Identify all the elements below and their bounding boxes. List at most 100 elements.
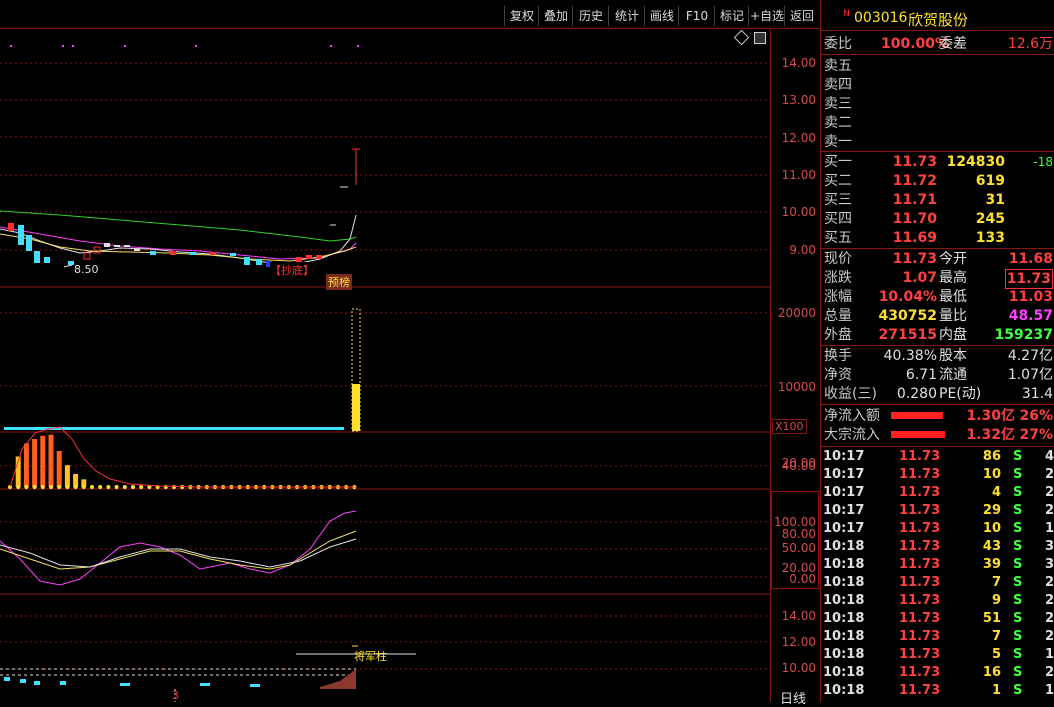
- price-tick: 10.00: [781, 205, 816, 219]
- bid-row[interactable]: 买四 11.70 245: [821, 210, 1054, 228]
- bid-label: 买二: [824, 173, 852, 189]
- bid-row[interactable]: 买三 11.71 31: [821, 191, 1054, 209]
- history-button[interactable]: 历史: [572, 6, 609, 26]
- trade-time: 10:18: [823, 557, 865, 572]
- fuquan-button[interactable]: 复权: [504, 6, 539, 26]
- flow-amount: 1.30亿: [966, 408, 1015, 424]
- trade-price: 11.73: [899, 647, 941, 662]
- bid-volume: 245: [975, 211, 1005, 227]
- bid-price: 11.72: [892, 173, 937, 189]
- trade-row[interactable]: 10:18 11.73 5 S 1: [821, 646, 1054, 664]
- quote-value: 1.07: [902, 270, 937, 286]
- indicator-dot: [24, 485, 29, 489]
- indicator-dot: [98, 485, 103, 489]
- finance-value: 0.280: [896, 386, 937, 402]
- trade-row[interactable]: 10:17 11.73 10 S 1: [821, 520, 1054, 538]
- period-tab[interactable]: 日线: [780, 688, 806, 707]
- trade-row[interactable]: 10:18 11.73 39 S 3: [821, 556, 1054, 574]
- order-ratio-label: 委比: [824, 36, 852, 52]
- ask-label: 卖一: [824, 134, 852, 150]
- bid-volume: 133: [975, 230, 1005, 246]
- overlay-button[interactable]: 叠加: [538, 6, 573, 26]
- add-watchlist-button[interactable]: +自选: [748, 6, 785, 26]
- trade-price: 11.73: [899, 449, 941, 464]
- bid-price: 11.71: [892, 192, 937, 208]
- trade-price: 11.73: [899, 485, 941, 500]
- trade-row[interactable]: 10:18 11.73 51 S 2: [821, 610, 1054, 628]
- trade-count: 3: [1045, 539, 1054, 554]
- flow-row: 净流入额 1.30亿 26%: [821, 407, 1054, 425]
- back-button[interactable]: 返回: [784, 6, 819, 26]
- trade-volume: 86: [982, 449, 1001, 464]
- indicator-dot: [122, 485, 127, 489]
- trade-row[interactable]: 10:18 11.73 43 S 3: [821, 538, 1054, 556]
- trade-price: 11.73: [899, 629, 941, 644]
- trade-time: 10:17: [823, 467, 865, 482]
- quote-label: 今开: [939, 251, 967, 267]
- trade-direction: S: [1013, 485, 1023, 500]
- kline-chart: [0, 45, 770, 702]
- trade-direction: S: [1013, 575, 1023, 590]
- trade-row[interactable]: 10:17 11.73 29 S 2: [821, 502, 1054, 520]
- flow-label: 净流入额: [824, 408, 880, 424]
- quote-label: 现价: [824, 251, 852, 267]
- indicator1-tick: 20.00: [781, 456, 816, 470]
- f10-button[interactable]: F10: [678, 6, 715, 26]
- price-tick: 14.00: [781, 56, 816, 70]
- trade-count: 2: [1045, 503, 1054, 518]
- trade-volume: 5: [991, 647, 1001, 662]
- bid-row[interactable]: 买一 11.73 124830 -18: [821, 153, 1054, 171]
- flow-percent: 26%: [1019, 408, 1053, 424]
- indicator-dot: [90, 485, 94, 489]
- bid-label: 买五: [824, 230, 852, 246]
- bid-price: 11.70: [892, 211, 937, 227]
- finance-label: 流通: [939, 367, 967, 383]
- trade-volume: 7: [991, 575, 1001, 590]
- trade-count: 1: [1045, 647, 1054, 662]
- trade-price: 11.73: [899, 593, 941, 608]
- indicator-bar: [56, 451, 62, 487]
- flow-amount: 1.32亿: [966, 427, 1015, 443]
- ask-row: 卖一: [821, 133, 1054, 151]
- trade-row[interactable]: 10:18 11.73 16 S 2: [821, 664, 1054, 682]
- quote-value: 271515: [878, 327, 937, 343]
- order-diff-label: 委差: [939, 36, 967, 52]
- trade-direction: S: [1013, 593, 1023, 608]
- trade-time: 10:17: [823, 521, 865, 536]
- trade-count: 3: [1045, 557, 1054, 572]
- flow-bar: [891, 431, 945, 438]
- trade-time: 10:18: [823, 593, 865, 608]
- trade-row[interactable]: 10:18 11.73 1 S 1: [821, 682, 1054, 700]
- trade-row[interactable]: 10:18 11.73 7 S 2: [821, 574, 1054, 592]
- finance-label: 净资: [824, 367, 852, 383]
- trade-volume: 1: [991, 683, 1001, 698]
- bid-volume: 124830: [946, 154, 1005, 170]
- trade-time: 10:18: [823, 665, 865, 680]
- indicator-bar: [23, 443, 29, 487]
- draw-button[interactable]: 画线: [644, 6, 679, 26]
- indicator-dot: [106, 485, 111, 489]
- bottom-signal-tag: 【抄底】: [270, 262, 314, 278]
- trade-volume: 16: [982, 665, 1001, 680]
- bid-row[interactable]: 买二 11.72 619: [821, 172, 1054, 190]
- stats-button[interactable]: 统计: [608, 6, 645, 26]
- trade-count: 2: [1045, 593, 1054, 608]
- ask-label: 卖五: [824, 58, 852, 74]
- stock-code: 003016: [854, 10, 908, 26]
- trade-time: 10:18: [823, 683, 865, 698]
- trade-direction: S: [1013, 521, 1023, 536]
- ask-label: 卖三: [824, 96, 852, 112]
- trade-row[interactable]: 10:18 11.73 7 S 2: [821, 628, 1054, 646]
- trade-count: 1: [1045, 683, 1054, 698]
- mark-button[interactable]: 标记: [714, 6, 749, 26]
- trade-row[interactable]: 10:17 11.73 86 S 4: [821, 448, 1054, 466]
- trade-row[interactable]: 10:18 11.73 9 S 2: [821, 592, 1054, 610]
- ask-label: 卖二: [824, 115, 852, 131]
- quote-label: 最低: [939, 289, 967, 305]
- indicator-bar: [32, 439, 38, 487]
- trade-row[interactable]: 10:17 11.73 4 S 2: [821, 484, 1054, 502]
- trade-row[interactable]: 10:17 11.73 10 S 2: [821, 466, 1054, 484]
- quote-value: 11.73: [892, 251, 937, 267]
- bid-row[interactable]: 买五 11.69 133: [821, 229, 1054, 247]
- indicator-dot: [139, 485, 144, 489]
